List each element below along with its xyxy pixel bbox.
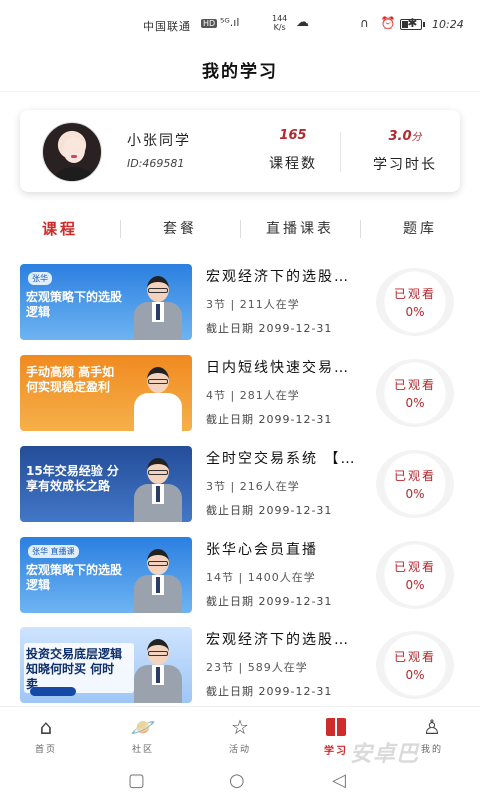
home-button[interactable]: ○ — [229, 770, 245, 791]
thumb-headline: 宏观策略下的选股逻辑 — [26, 563, 123, 592]
course-meta: 14节 | 1400人在学 — [206, 571, 316, 584]
avatar[interactable] — [42, 122, 102, 182]
home-icon: ⌂ — [39, 715, 53, 739]
profile-card[interactable]: 小张同学 ID:469581 165 课程数 3.0分 学习时长 — [20, 110, 460, 192]
course-meta: 3节 | 216人在学 — [206, 480, 300, 493]
progress-badge: 已观看 0% — [376, 631, 454, 699]
course-thumbnail[interactable]: 15年交易经验 分享有效成长之路 — [20, 446, 192, 522]
recent-apps-button[interactable]: ▢ — [128, 770, 145, 791]
progress-value: 0% — [405, 305, 425, 319]
progress-badge: 已观看 0% — [376, 541, 454, 609]
course-meta: 23节 | 589人在学 — [206, 661, 308, 674]
course-deadline: 截止日期 2099-12-31 — [206, 595, 333, 608]
nav-community-label: 社区 — [131, 745, 154, 755]
tab-divider — [240, 220, 241, 238]
thumb-button — [30, 687, 76, 696]
course-item[interactable]: 手动高频 高手如何实现稳定盈利 日内短线快速交易… 4节 | 281人在学 截止… — [0, 355, 480, 435]
page-title: 我的学习 — [202, 62, 278, 82]
thumb-headline: 15年交易经验 分享有效成长之路 — [26, 464, 119, 493]
course-deadline: 截止日期 2099-12-31 — [206, 413, 333, 426]
status-bar: 中国联通 HD ⁵ᴳ.ıl 144 K/s ☁ ∩ ⏰ ✱ 10:24 — [0, 0, 480, 48]
progress-value: 0% — [405, 487, 425, 501]
user-id: ID:469581 — [127, 157, 185, 170]
course-title[interactable]: 日内短线快速交易… — [206, 357, 376, 377]
progress-label: 已观看 — [393, 378, 436, 392]
nav-home-label: 首页 — [34, 745, 57, 755]
course-count-value: 165 — [279, 128, 307, 143]
carrier-label: 中国联通 — [143, 20, 191, 33]
progress-label: 已观看 — [393, 560, 436, 574]
username: 小张同学 — [127, 133, 191, 149]
instructor-photo — [130, 276, 186, 340]
course-count-label: 课程数 — [269, 156, 317, 172]
nav-community[interactable]: 🪐 社区 — [113, 715, 173, 755]
stat-divider — [340, 132, 341, 172]
tab-live-schedule[interactable]: 直播课表 — [245, 218, 355, 238]
course-item[interactable]: 15年交易经验 分享有效成长之路 全时空交易系统 【… 3节 | 216人在学 … — [0, 446, 480, 526]
study-hours-value: 3.0 — [388, 129, 412, 144]
course-title[interactable]: 全时空交易系统 【… — [206, 448, 376, 468]
signal-icon: ⁵ᴳ.ıl — [220, 16, 240, 29]
tab-question-bank[interactable]: 题库 — [365, 218, 475, 238]
instructor-photo — [130, 367, 186, 431]
course-thumbnail[interactable]: 张华 宏观策略下的选股逻辑 — [20, 264, 192, 340]
net-speed: 144 K/s — [272, 14, 287, 32]
thumb-headline: 投资交易底层逻辑 知晓何时买 何时卖 — [26, 647, 123, 691]
course-title[interactable]: 宏观经济下的选股… — [206, 266, 376, 286]
course-deadline: 截止日期 2099-12-31 — [206, 322, 333, 335]
thumb-tag: 张华 直播课 — [28, 545, 79, 558]
thumb-headline: 宏观策略下的选股逻辑 — [26, 290, 123, 319]
study-hours-label: 学习时长 — [373, 157, 437, 173]
course-item[interactable]: 张华 宏观策略下的选股逻辑 宏观经济下的选股… 3节 | 211人在学 截止日期… — [0, 264, 480, 344]
net-speed-unit: K/s — [273, 23, 286, 32]
tab-courses[interactable]: 课程 — [5, 218, 115, 239]
course-deadline: 截止日期 2099-12-31 — [206, 685, 333, 698]
course-deadline: 截止日期 2099-12-31 — [206, 504, 333, 517]
battery-icon — [400, 19, 425, 30]
system-nav-bar: ▢ ○ ◁ — [0, 764, 480, 800]
progress-badge: 已观看 0% — [376, 268, 454, 336]
back-button[interactable]: ◁ — [332, 770, 346, 791]
star-icon: ☆ — [231, 715, 249, 739]
progress-label: 已观看 — [393, 287, 436, 301]
course-count-stat[interactable]: 165 课程数 — [258, 128, 328, 173]
instructor-photo — [130, 458, 186, 522]
progress-value: 0% — [405, 668, 425, 682]
study-hours-stat[interactable]: 3.0分 学习时长 — [365, 128, 445, 174]
course-item[interactable]: 投资交易底层逻辑 知晓何时买 何时卖 宏观经济下的选股… 23节 | 589人在… — [0, 627, 480, 707]
instructor-photo — [130, 639, 186, 703]
thumb-tag: 张华 — [28, 272, 52, 285]
course-thumbnail[interactable]: 手动高频 高手如何实现稳定盈利 — [20, 355, 192, 431]
tab-divider — [360, 220, 361, 238]
progress-label: 已观看 — [393, 469, 436, 483]
page-header: 我的学习 — [0, 48, 480, 92]
course-meta: 3节 | 211人在学 — [206, 298, 300, 311]
tab-packages[interactable]: 套餐 — [125, 218, 235, 238]
progress-label: 已观看 — [393, 650, 436, 664]
hd-badge: HD — [201, 19, 218, 28]
study-hours-value-wrap: 3.0分 — [365, 128, 445, 144]
course-title[interactable]: 宏观经济下的选股… — [206, 629, 376, 649]
planet-icon: 🪐 — [130, 715, 156, 739]
study-hours-unit: 分 — [411, 132, 422, 143]
course-thumbnail[interactable]: 张华 直播课 宏观策略下的选股逻辑 — [20, 537, 192, 613]
nav-activity[interactable]: ☆ 活动 — [210, 715, 270, 755]
course-meta: 4节 | 281人在学 — [206, 389, 300, 402]
course-title[interactable]: 张华心会员直播 — [206, 539, 376, 559]
course-item[interactable]: 张华 直播课 宏观策略下的选股逻辑 张华心会员直播 14节 | 1400人在学 … — [0, 537, 480, 617]
nav-home[interactable]: ⌂ 首页 — [16, 715, 76, 755]
progress-badge: 已观看 0% — [376, 359, 454, 427]
tab-divider — [120, 220, 121, 238]
progress-value: 0% — [405, 578, 425, 592]
tab-bar: 课程 套餐 直播课表 题库 — [0, 210, 480, 246]
nav-activity-label: 活动 — [228, 745, 251, 755]
progress-badge: 已观看 0% — [376, 450, 454, 518]
wechat-icon: ☁ — [296, 15, 309, 30]
course-thumbnail[interactable]: 投资交易底层逻辑 知晓何时买 何时卖 — [20, 627, 192, 703]
instructor-photo — [130, 549, 186, 613]
net-speed-value: 144 — [272, 14, 288, 23]
thumb-headline: 手动高频 高手如何实现稳定盈利 — [26, 365, 115, 394]
progress-value: 0% — [405, 396, 425, 410]
clock: 10:24 — [432, 18, 464, 31]
